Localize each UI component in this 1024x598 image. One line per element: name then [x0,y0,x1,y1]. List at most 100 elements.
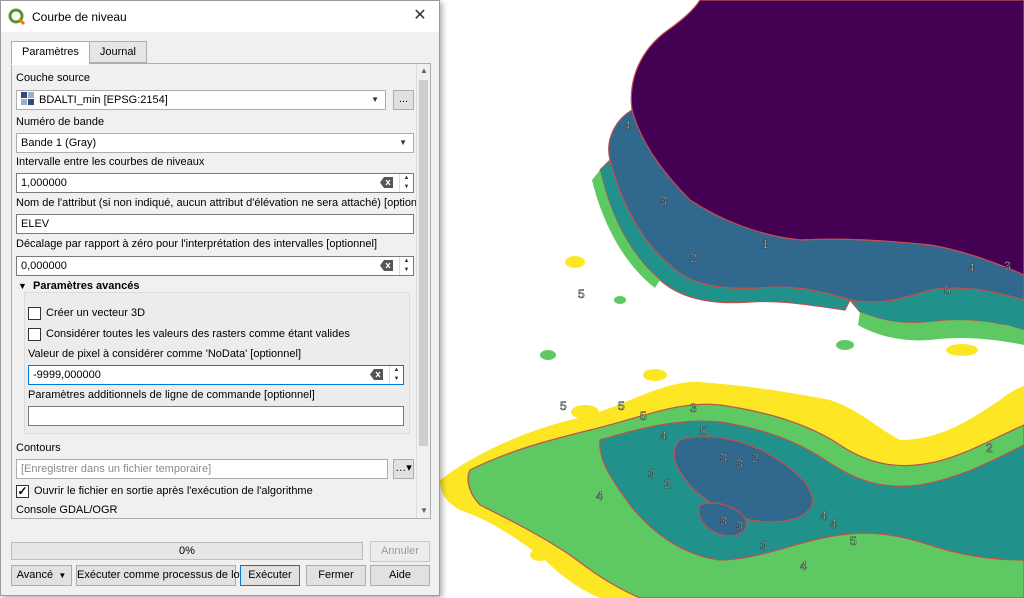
source-layer-value: BDALTI_min [EPSG:2154] [39,94,168,106]
contour-label: 2 [752,451,759,465]
contour-label: 5 [640,409,647,423]
source-layer-select[interactable]: BDALTI_min [EPSG:2154] ▼ [16,90,386,110]
contour-label: 3 [1004,259,1011,273]
contours-label: Contours [16,442,61,454]
open-output-label: Ouvrir le fichier en sortie après l'exéc… [34,485,313,497]
scroll-thumb[interactable] [419,80,428,446]
contour-label: 4 [968,261,975,275]
title-bar: Courbe de niveau ✕ [1,1,439,32]
run-batch-button[interactable]: Exécuter comme processus de lot... [76,565,252,586]
contour-label: 4 [820,509,827,523]
close-icon[interactable]: ✕ [411,7,429,25]
contour-label: 3 [736,519,743,533]
islet [530,549,550,561]
islet [995,325,1015,335]
contour-label: 4 [660,429,667,443]
contour-label: 1 [762,237,769,251]
attribute-input[interactable]: ELEV [16,214,414,234]
all-valid-checkbox[interactable] [28,328,41,341]
islet [571,405,599,419]
contour-label: 4 [830,517,837,531]
advanced-button-label: Avancé [16,569,54,581]
band-select[interactable]: Bande 1 (Gray) ▼ [16,133,414,153]
chevron-down-icon: ▼ [399,138,407,147]
contours-options-button[interactable]: …▾ [393,459,414,479]
extra-params-label: Paramètres additionnels de ligne de comm… [28,389,315,401]
attribute-value: ELEV [21,218,50,230]
contour-label: 3 [690,401,697,415]
run-button[interactable]: Exécuter [240,565,300,586]
islet [540,350,556,360]
help-button[interactable]: Aide [370,565,430,586]
source-layer-label: Couche source [16,72,90,84]
offset-label: Décalage par rapport à zéro pour l'inter… [16,238,378,250]
contour-label: 2 [986,441,993,455]
band-label: Numéro de bande [16,116,105,128]
contour-label: 3 [736,457,743,471]
contour-label: 5 [700,424,707,438]
attribute-label: Nom de l'attribut (si non indiqué, aucun… [16,197,431,209]
nodata-label: Valeur de pixel à considérer comme 'NoDa… [28,348,302,360]
parameters-panel: Couche source BDALTI_min [EPSG:2154] ▼ .… [11,63,431,519]
contour-label: 5 [618,399,625,413]
contour-label: 5 [850,534,857,548]
offset-input[interactable]: 0,000000 ▲ ▼ [16,256,414,276]
create-3d-checkbox[interactable] [28,307,41,320]
nodata-input[interactable]: -9999,000000 ▲ ▼ [28,365,404,385]
contour-label: 3 [648,467,655,481]
all-valid-label: Considérer toutes les valeurs des raster… [46,328,350,340]
contour-label: 4 [596,489,603,503]
advanced-toggle[interactable]: ▼ Paramètres avancés [18,280,139,292]
tab-bar: Paramètres Journal [11,41,147,65]
advanced-header: Paramètres avancés [33,280,140,292]
interval-input[interactable]: 1,000000 ▲ ▼ [16,173,414,193]
raster-layer-icon [21,92,34,105]
offset-spinner[interactable]: ▲ ▼ [399,257,413,275]
scroll-down-icon[interactable]: ▼ [417,504,430,518]
contour-label: 2 [690,251,697,265]
islet [836,340,854,350]
close-button[interactable]: Fermer [306,565,366,586]
interval-spinner[interactable]: ▲ ▼ [399,174,413,192]
contour-label: 4 [624,119,631,133]
contour-label: 3 [720,451,727,465]
contour-label: 3 [660,194,667,208]
clear-icon[interactable] [380,177,393,188]
collapse-triangle-icon: ▼ [18,281,27,291]
progress-text: 0% [179,545,195,557]
contour-label: 3 [760,539,767,553]
progress-bar: 0% [11,542,363,560]
contour-label: 5 [944,283,951,297]
islet [614,296,626,304]
console-label: Console GDAL/OGR [16,504,118,516]
contour-label: 2 [664,477,671,491]
advanced-button[interactable]: Avancé ▼ [11,565,72,586]
panel-scrollbar[interactable]: ▲ ▼ [416,64,430,518]
extra-params-input[interactable] [28,406,404,426]
band-value: Bande 1 (Gray) [21,137,97,149]
tab-parametres[interactable]: Paramètres [11,41,90,65]
contours-output-placeholder: [Enregistrer dans un fichier temporaire] [21,463,212,475]
islet [565,256,585,268]
window-title: Courbe de niveau [32,9,127,24]
tab-journal[interactable]: Journal [88,41,147,63]
contour-label: 5 [560,399,567,413]
chevron-down-icon: ▼ [371,95,379,104]
contour-label: 5 [578,287,585,301]
contour-label: 4 [800,559,807,573]
contours-output-input[interactable]: [Enregistrer dans un fichier temporaire] [16,459,388,479]
browse-source-button[interactable]: ... [393,90,414,110]
contour-dialog: Courbe de niveau ✕ Paramètres Journal Co… [0,0,440,596]
islet [946,344,978,356]
qgis-logo-icon [8,8,26,25]
clear-icon[interactable] [370,369,383,380]
contour-label: 3 [720,514,727,528]
islet [643,369,667,381]
cancel-button[interactable]: Annuler [370,541,430,562]
nodata-spinner[interactable]: ▲ ▼ [389,366,403,384]
scroll-up-icon[interactable]: ▲ [417,64,430,78]
interval-label: Intervalle entre les courbes de niveaux [16,156,205,168]
open-output-checkbox[interactable]: ✓ [16,485,29,498]
offset-value: 0,000000 [21,260,67,272]
clear-icon[interactable] [380,260,393,271]
